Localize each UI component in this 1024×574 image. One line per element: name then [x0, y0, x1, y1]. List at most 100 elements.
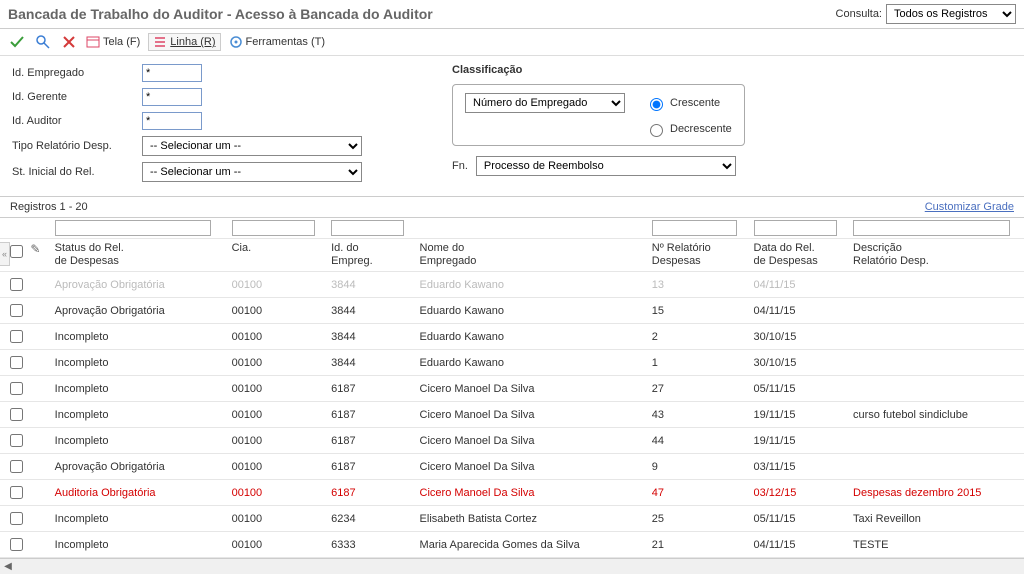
- cell-nome: Eduardo Kawano: [414, 272, 646, 298]
- input-id-gerente[interactable]: [142, 88, 202, 106]
- table-row[interactable]: Incompleto001006234Elisabeth Batista Cor…: [0, 506, 1024, 532]
- table-row[interactable]: Aprovação Obrigatória001003844Eduardo Ka…: [0, 298, 1024, 324]
- cell-cia: 00100: [226, 272, 326, 298]
- cell-nome: Cicero Manoel Da Silva: [414, 480, 646, 506]
- cell-status: Aprovação Obrigatória: [49, 454, 226, 480]
- table-row[interactable]: Auditoria Obrigatória001006187Cicero Man…: [0, 480, 1024, 506]
- input-id-auditor[interactable]: [142, 112, 202, 130]
- input-id-empregado[interactable]: [142, 64, 202, 82]
- label-id-auditor: Id. Auditor: [12, 115, 142, 127]
- radio-crescente[interactable]: [650, 98, 663, 111]
- filter-rel[interactable]: [652, 220, 737, 236]
- filter-desc[interactable]: [853, 220, 1010, 236]
- table-row[interactable]: Incompleto001006333Maria Aparecida Gomes…: [0, 532, 1024, 558]
- label-crescente: Crescente: [670, 97, 720, 109]
- select-all-checkbox[interactable]: [10, 245, 23, 258]
- filter-status[interactable]: [55, 220, 212, 236]
- consulta-select[interactable]: Todos os Registros: [886, 4, 1016, 24]
- cell-nome: Eduardo Kawano: [414, 298, 646, 324]
- select-st-inicial[interactable]: -- Selecionar um --: [142, 162, 362, 182]
- table-row[interactable]: Incompleto001003844Eduardo Kawano230/10/…: [0, 324, 1024, 350]
- cell-status: Incompleto: [49, 402, 226, 428]
- row-checkbox[interactable]: [10, 408, 23, 421]
- cell-desc: [847, 428, 1024, 454]
- label-id-empregado: Id. Empregado: [12, 67, 142, 79]
- col-rel-header[interactable]: Nº Relatório Despesas: [652, 242, 742, 268]
- cell-cia: 00100: [226, 376, 326, 402]
- cell-emp: 6333: [325, 532, 413, 558]
- cell-status: Incompleto: [49, 324, 226, 350]
- select-classificacao[interactable]: Número do Empregado: [465, 93, 625, 113]
- cell-cia: 00100: [226, 506, 326, 532]
- scroll-left-icon[interactable]: ◀: [0, 560, 16, 574]
- table-row[interactable]: Incompleto001003844Eduardo Kawano130/10/…: [0, 350, 1024, 376]
- side-collapse-tab[interactable]: «: [0, 242, 10, 266]
- table-row[interactable]: Aprovação Obrigatória001006187Cicero Man…: [0, 454, 1024, 480]
- filter-data[interactable]: [754, 220, 837, 236]
- select-fn[interactable]: Processo de Reembolso: [476, 156, 736, 176]
- cell-data: 04/11/15: [748, 298, 848, 324]
- table-row[interactable]: Aprovação Obrigatória001003844Eduardo Ka…: [0, 272, 1024, 298]
- cell-rel: 44: [646, 428, 748, 454]
- cell-nome: Cicero Manoel Da Silva: [414, 402, 646, 428]
- cell-emp: 6234: [325, 506, 413, 532]
- cell-rel: 21: [646, 532, 748, 558]
- confirm-icon[interactable]: [8, 33, 26, 51]
- row-checkbox[interactable]: [10, 460, 23, 473]
- menu-linha[interactable]: Linha (R): [148, 33, 220, 51]
- table-row[interactable]: Incompleto001006187Cicero Manoel Da Silv…: [0, 402, 1024, 428]
- cell-status: Incompleto: [49, 532, 226, 558]
- search-icon[interactable]: [34, 33, 52, 51]
- menu-ferramentas[interactable]: Ferramentas (T): [229, 35, 325, 49]
- cell-nome: Maria Aparecida Gomes da Silva: [414, 532, 646, 558]
- cell-status: Incompleto: [49, 506, 226, 532]
- edit-header-icon[interactable]: ✎: [30, 242, 40, 256]
- data-grid: ✎ Status do Rel. de Despesas Cia. Id. do…: [0, 218, 1024, 558]
- cell-status: Aprovação Obrigatória: [49, 298, 226, 324]
- table-row[interactable]: Incompleto001006187Cicero Manoel Da Silv…: [0, 428, 1024, 454]
- label-fn: Fn.: [452, 160, 468, 172]
- cell-rel: 1: [646, 350, 748, 376]
- filter-emp[interactable]: [331, 220, 404, 236]
- row-checkbox[interactable]: [10, 538, 23, 551]
- customize-grade-link[interactable]: Customizar Grade: [925, 201, 1014, 213]
- row-checkbox[interactable]: [10, 512, 23, 525]
- cell-rel: 2: [646, 324, 748, 350]
- cell-data: 05/11/15: [748, 506, 848, 532]
- col-emp-header[interactable]: Id. do Empreg.: [331, 242, 407, 268]
- cell-rel: 15: [646, 298, 748, 324]
- row-checkbox[interactable]: [10, 278, 23, 291]
- records-count: Registros 1 - 20: [10, 201, 88, 213]
- col-desc-header[interactable]: Descrição Relatório Desp.: [853, 242, 1018, 268]
- cell-status: Auditoria Obrigatória: [49, 480, 226, 506]
- row-checkbox[interactable]: [10, 486, 23, 499]
- cell-rel: 47: [646, 480, 748, 506]
- col-cia-header[interactable]: Cia.: [232, 242, 320, 255]
- radio-decrescente[interactable]: [650, 124, 663, 137]
- cell-cia: 00100: [226, 480, 326, 506]
- col-nome-header[interactable]: Nome do Empregado: [420, 242, 640, 268]
- select-tipo-rel[interactable]: -- Selecionar um --: [142, 136, 362, 156]
- cell-nome: Eduardo Kawano: [414, 350, 646, 376]
- row-checkbox[interactable]: [10, 434, 23, 447]
- classificacao-title: Classificação: [452, 64, 745, 76]
- cell-cia: 00100: [226, 532, 326, 558]
- col-status-header[interactable]: Status do Rel. de Despesas: [55, 242, 220, 268]
- horizontal-scrollbar[interactable]: ◀: [0, 558, 1024, 574]
- cell-cia: 00100: [226, 324, 326, 350]
- row-checkbox[interactable]: [10, 330, 23, 343]
- cell-desc: [847, 324, 1024, 350]
- col-data-header[interactable]: Data do Rel. de Despesas: [754, 242, 842, 268]
- cell-nome: Cicero Manoel Da Silva: [414, 376, 646, 402]
- cancel-icon[interactable]: [60, 33, 78, 51]
- cell-cia: 00100: [226, 298, 326, 324]
- label-decrescente: Decrescente: [670, 123, 732, 135]
- table-row[interactable]: Incompleto001006187Cicero Manoel Da Silv…: [0, 376, 1024, 402]
- cell-desc: [847, 272, 1024, 298]
- row-checkbox[interactable]: [10, 356, 23, 369]
- row-checkbox[interactable]: [10, 382, 23, 395]
- row-checkbox[interactable]: [10, 304, 23, 317]
- filter-cia[interactable]: [232, 220, 315, 236]
- label-st-inicial: St. Inicial do Rel.: [12, 166, 142, 178]
- menu-tela[interactable]: Tela (F): [86, 35, 140, 49]
